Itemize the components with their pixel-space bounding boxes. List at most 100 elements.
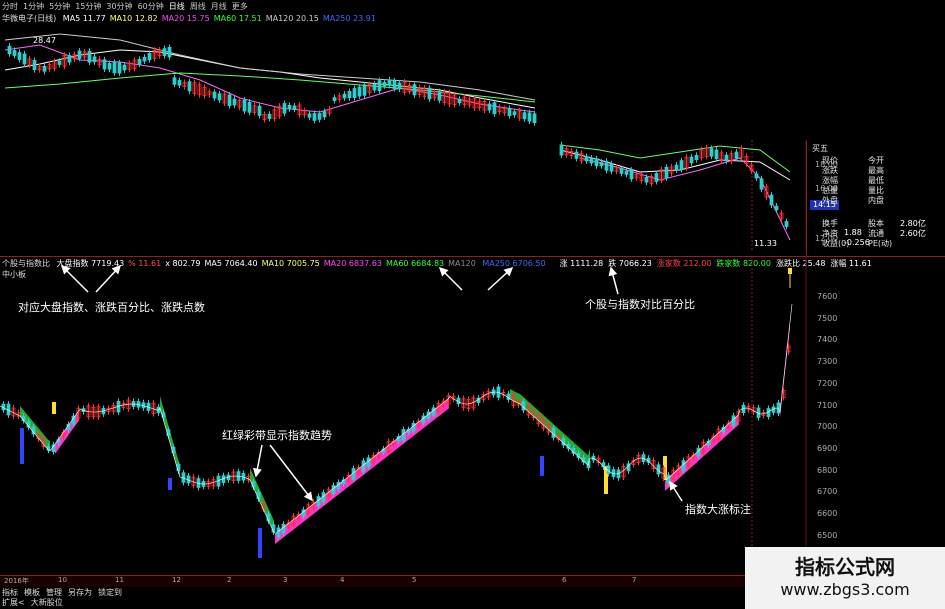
time-axis-label: 12 [172,576,181,584]
right-panel-border [806,141,807,256]
annotation-index-surge: 指数大涨标注 [685,503,751,516]
bottom-row2: 扩展< 大新股位 [2,598,69,608]
candle [382,81,387,87]
lower-axis-tick: 7600 [817,292,838,301]
index-line [0,303,793,534]
candle [67,55,72,63]
time-axis-label: 10 [58,576,67,584]
candle [32,59,37,71]
candle [679,160,684,170]
candle [322,111,327,118]
time-axis-label: 4 [340,576,345,584]
quote-label: 外盘 [822,196,838,205]
time-axis-label: 5 [412,576,417,584]
candle [724,154,729,162]
candle [187,81,192,92]
bottom-tab[interactable]: 指标 [2,588,18,598]
candle [137,58,142,65]
candle [212,91,217,99]
candle [12,50,17,56]
candle [362,84,367,96]
bottom-link[interactable]: 大新股位 [31,598,63,608]
candle [412,84,417,96]
candle [251,481,256,488]
candle [769,194,774,206]
trend-ribbon [250,468,274,533]
annotation-index-values: 对应大盘指数、涨跌百分比、涨跌点数 [18,301,205,314]
candle [734,151,739,159]
lower-axis-tick: 7300 [817,357,838,367]
annotation-stock-ratio: 个股与指数对比百分比 [585,298,695,311]
candle [227,94,232,107]
low-price-mark: 11.33 [754,239,777,248]
trend-ribbon-blue [540,456,544,476]
candle [532,113,537,124]
candle [594,158,599,167]
lower-axis-tick: 7500 [817,313,838,323]
high-price-mark: 28.47 [33,36,56,45]
lower-axis-tick: 6900 [817,443,838,453]
time-axis-label: 7 [632,576,637,584]
candle [527,112,532,122]
annotation-ribbon-trend: 红绿彩带显示指数趋势 [222,429,332,442]
candle [629,169,634,180]
watermark-title: 指标公式网 [795,555,895,579]
candle [257,105,262,116]
candle [142,56,147,62]
surge-marker-small [788,268,792,274]
candle [117,62,122,74]
lower-axis-tick: 7400 [817,335,838,345]
candle [147,53,152,61]
bottom-tab[interactable]: 锁定到 [98,588,122,598]
lower-axis-tick: 6700 [817,487,838,497]
candle [731,415,736,426]
candle [317,113,322,120]
candle [681,460,686,472]
candle [312,113,317,121]
candle [759,178,764,190]
candle [266,513,271,522]
candle [232,98,237,106]
candle [492,102,497,115]
lower-axis-tick: 6800 [817,465,838,475]
candle [589,157,594,164]
watermark-box: 指标公式网 www.zbgs3.com [745,547,945,609]
candle [584,156,589,162]
time-axis-label: 2 [227,576,232,584]
bottom-link[interactable]: 扩展< [2,598,25,608]
candle [487,103,492,111]
candle [664,166,669,179]
candle [17,52,22,60]
bottom-tabs: 指标 模板 管理 另存为 锁定到 [2,588,128,598]
trend-ribbon [55,410,79,454]
bottom-tab[interactable]: 管理 [46,588,62,598]
candle [644,176,649,183]
candle [574,151,579,159]
fund-value: 1.88 [844,228,862,237]
time-axis-label: 11 [115,576,124,584]
fund-value: -0.256 [844,238,870,247]
lower-axis-tick: 6600 [817,509,838,518]
fund-label: PE(动) [868,239,893,248]
candle [689,156,694,164]
candle [609,163,614,172]
candle [674,164,679,171]
time-axis-label: 6 [562,576,567,584]
candle [7,45,12,55]
candle [162,48,167,56]
candle [392,80,397,90]
candle [102,59,107,70]
candle [87,50,92,63]
bottom-tab[interactable]: 模板 [24,588,40,598]
lower-axis-tick: 6500 [817,530,838,540]
candle [774,205,779,211]
candle [107,63,112,70]
candle [372,83,377,91]
bottom-tab[interactable]: 另存为 [68,588,92,598]
candle [457,98,462,104]
candle [167,46,172,58]
candle [427,87,432,100]
candle [694,154,699,161]
candle [42,65,47,72]
candle [307,113,312,118]
